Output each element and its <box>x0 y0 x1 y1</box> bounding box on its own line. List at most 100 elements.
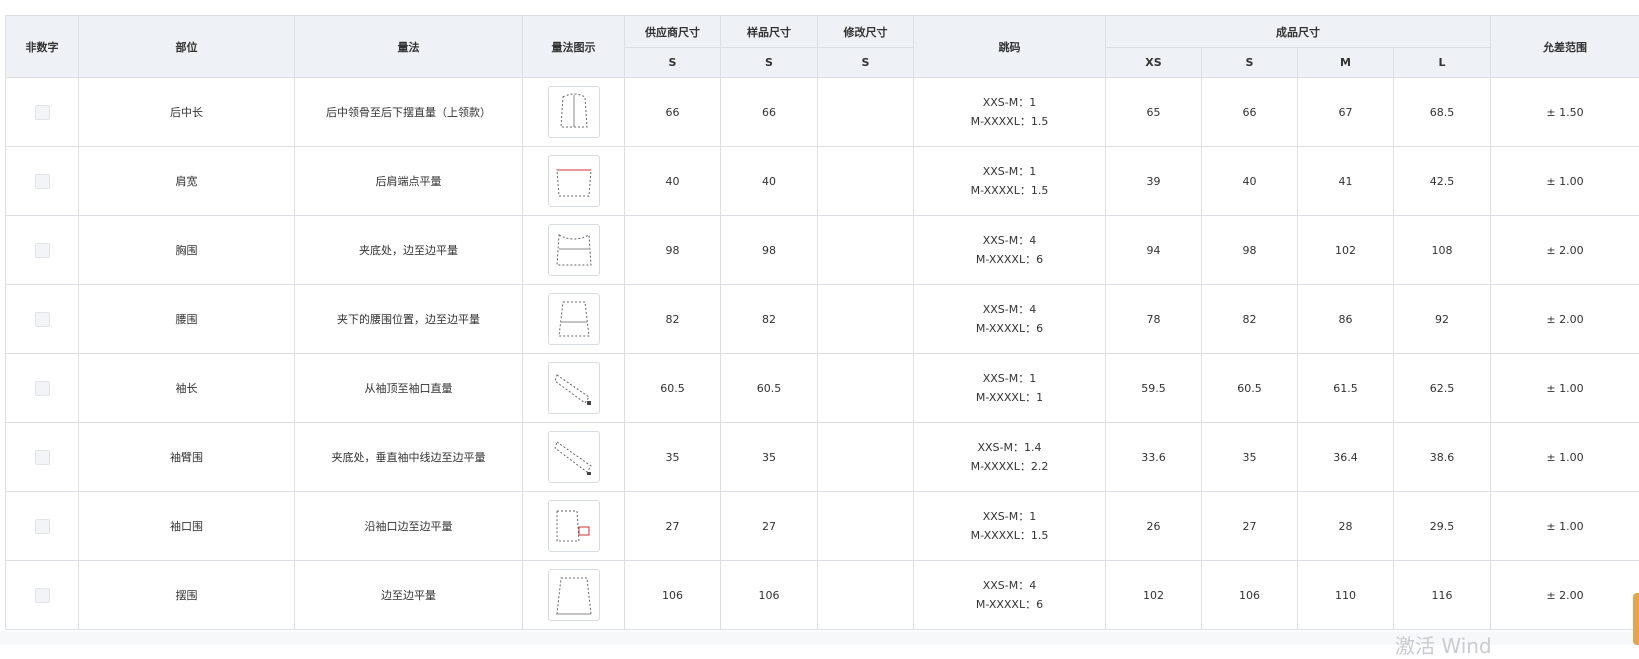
back-length-diagram-icon[interactable] <box>548 86 600 138</box>
size-step-line-1: XXS-M：4 <box>914 300 1105 319</box>
waist-diagram-icon[interactable] <box>548 293 600 345</box>
cell-tolerance: ± 1.00 <box>1491 147 1639 216</box>
cell-tolerance: ± 1.00 <box>1491 354 1639 423</box>
non-numeric-checkbox[interactable] <box>35 519 50 534</box>
cuff-diagram-icon[interactable] <box>548 500 600 552</box>
non-numeric-checkbox[interactable] <box>35 174 50 189</box>
cell-size-m: 67 <box>1298 78 1394 147</box>
non-numeric-checkbox[interactable] <box>35 105 50 120</box>
cell-size-s: 98 <box>1202 216 1298 285</box>
cell-modified-size[interactable] <box>818 492 914 561</box>
non-numeric-checkbox[interactable] <box>35 588 50 603</box>
size-step-line-2: M-XXXXL：1 <box>914 388 1105 407</box>
cell-part: 摆围 <box>79 561 295 630</box>
subheader-sample-s: S <box>721 48 818 78</box>
cell-size-xs: 94 <box>1106 216 1202 285</box>
cell-part: 袖口围 <box>79 492 295 561</box>
cell-size-s: 66 <box>1202 78 1298 147</box>
cell-diagram <box>523 285 625 354</box>
cell-supplier-size: 27 <box>625 492 721 561</box>
cell-size-m: 102 <box>1298 216 1394 285</box>
cell-non-numeric <box>6 147 79 216</box>
cell-size-step: XXS-M：1M-XXXXL：1 <box>914 354 1106 423</box>
hem-diagram-icon[interactable] <box>548 569 600 621</box>
cell-non-numeric <box>6 561 79 630</box>
cell-modified-size[interactable] <box>818 147 914 216</box>
cell-diagram <box>523 78 625 147</box>
non-numeric-checkbox[interactable] <box>35 312 50 327</box>
cell-modified-size[interactable] <box>818 285 914 354</box>
non-numeric-checkbox[interactable] <box>35 381 50 396</box>
cell-non-numeric <box>6 285 79 354</box>
subheader-size-l: L <box>1394 48 1491 78</box>
cell-size-step: XXS-M：1M-XXXXL：1.5 <box>914 78 1106 147</box>
cell-modified-size[interactable] <box>818 354 914 423</box>
cell-size-s: 82 <box>1202 285 1298 354</box>
table-row: 袖口围沿袖口边至边平量2727XXS-M：1M-XXXXL：1.52627282… <box>6 492 1639 561</box>
size-spec-table: 非数字 部位 量法 量法图示 供应商尺寸 样品尺寸 修改尺寸 跳码 成品尺寸 允… <box>5 15 1639 630</box>
size-step-line-2: M-XXXXL：6 <box>914 250 1105 269</box>
cell-non-numeric <box>6 216 79 285</box>
cell-diagram <box>523 492 625 561</box>
cell-size-m: 61.5 <box>1298 354 1394 423</box>
header-finished-size: 成品尺寸 <box>1106 16 1491 48</box>
cell-method: 夹底处，边至边平量 <box>295 216 523 285</box>
cell-tolerance: ± 1.50 <box>1491 78 1639 147</box>
cell-size-xs: 26 <box>1106 492 1202 561</box>
table-row: 后中长后中领骨至后下摆直量（上领款）6666XXS-M：1M-XXXXL：1.5… <box>6 78 1639 147</box>
cell-method: 边至边平量 <box>295 561 523 630</box>
cell-size-step: XXS-M：1M-XXXXL：1.5 <box>914 492 1106 561</box>
header-part: 部位 <box>79 16 295 78</box>
cell-size-xs: 102 <box>1106 561 1202 630</box>
cell-part: 胸围 <box>79 216 295 285</box>
cell-sample-size: 27 <box>721 492 818 561</box>
shoulder-width-diagram-icon[interactable] <box>548 155 600 207</box>
header-non-numeric: 非数字 <box>6 16 79 78</box>
subheader-size-m: M <box>1298 48 1394 78</box>
cell-diagram <box>523 147 625 216</box>
cell-size-m: 86 <box>1298 285 1394 354</box>
chest-diagram-icon[interactable] <box>548 224 600 276</box>
size-step-line-2: M-XXXXL：6 <box>914 595 1105 614</box>
size-step-line-2: M-XXXXL：1.5 <box>914 181 1105 200</box>
non-numeric-checkbox[interactable] <box>35 450 50 465</box>
size-step-line-2: M-XXXXL：6 <box>914 319 1105 338</box>
cell-method: 后肩端点平量 <box>295 147 523 216</box>
size-step-line-1: XXS-M：1 <box>914 507 1105 526</box>
size-step-line-1: XXS-M：4 <box>914 231 1105 250</box>
size-step-line-1: XXS-M：1 <box>914 162 1105 181</box>
header-tolerance: 允差范围 <box>1491 16 1639 78</box>
cell-modified-size[interactable] <box>818 423 914 492</box>
cell-size-m: 36.4 <box>1298 423 1394 492</box>
cell-size-l: 116 <box>1394 561 1491 630</box>
size-step-line-2: M-XXXXL：2.2 <box>914 457 1105 476</box>
non-numeric-checkbox[interactable] <box>35 243 50 258</box>
horizontal-scrollbar[interactable] <box>0 631 1639 645</box>
cell-size-step: XXS-M：1.4M-XXXXL：2.2 <box>914 423 1106 492</box>
cell-supplier-size: 66 <box>625 78 721 147</box>
table-row: 肩宽后肩端点平量4040XXS-M：1M-XXXXL：1.539404142.5… <box>6 147 1639 216</box>
sleeve-length-diagram-icon[interactable] <box>548 362 600 414</box>
cell-sample-size: 66 <box>721 78 818 147</box>
cell-size-s: 106 <box>1202 561 1298 630</box>
table-row: 袖长从袖顶至袖口直量60.560.5XXS-M：1M-XXXXL：159.560… <box>6 354 1639 423</box>
cell-sample-size: 98 <box>721 216 818 285</box>
cell-diagram <box>523 216 625 285</box>
header-supplier-size: 供应商尺寸 <box>625 16 721 48</box>
cell-sample-size: 35 <box>721 423 818 492</box>
cell-modified-size[interactable] <box>818 561 914 630</box>
cell-sample-size: 40 <box>721 147 818 216</box>
size-spec-table-wrapper: 非数字 部位 量法 量法图示 供应商尺寸 样品尺寸 修改尺寸 跳码 成品尺寸 允… <box>5 15 1639 630</box>
cell-non-numeric <box>6 492 79 561</box>
cell-method: 后中领骨至后下摆直量（上领款） <box>295 78 523 147</box>
cell-modified-size[interactable] <box>818 216 914 285</box>
cell-diagram <box>523 561 625 630</box>
cell-size-xs: 65 <box>1106 78 1202 147</box>
cell-part: 腰围 <box>79 285 295 354</box>
cell-non-numeric <box>6 423 79 492</box>
cell-modified-size[interactable] <box>818 78 914 147</box>
bicep-diagram-icon[interactable] <box>548 431 600 483</box>
cell-supplier-size: 60.5 <box>625 354 721 423</box>
side-float-tab[interactable] <box>1633 593 1639 645</box>
cell-size-step: XXS-M：1M-XXXXL：1.5 <box>914 147 1106 216</box>
